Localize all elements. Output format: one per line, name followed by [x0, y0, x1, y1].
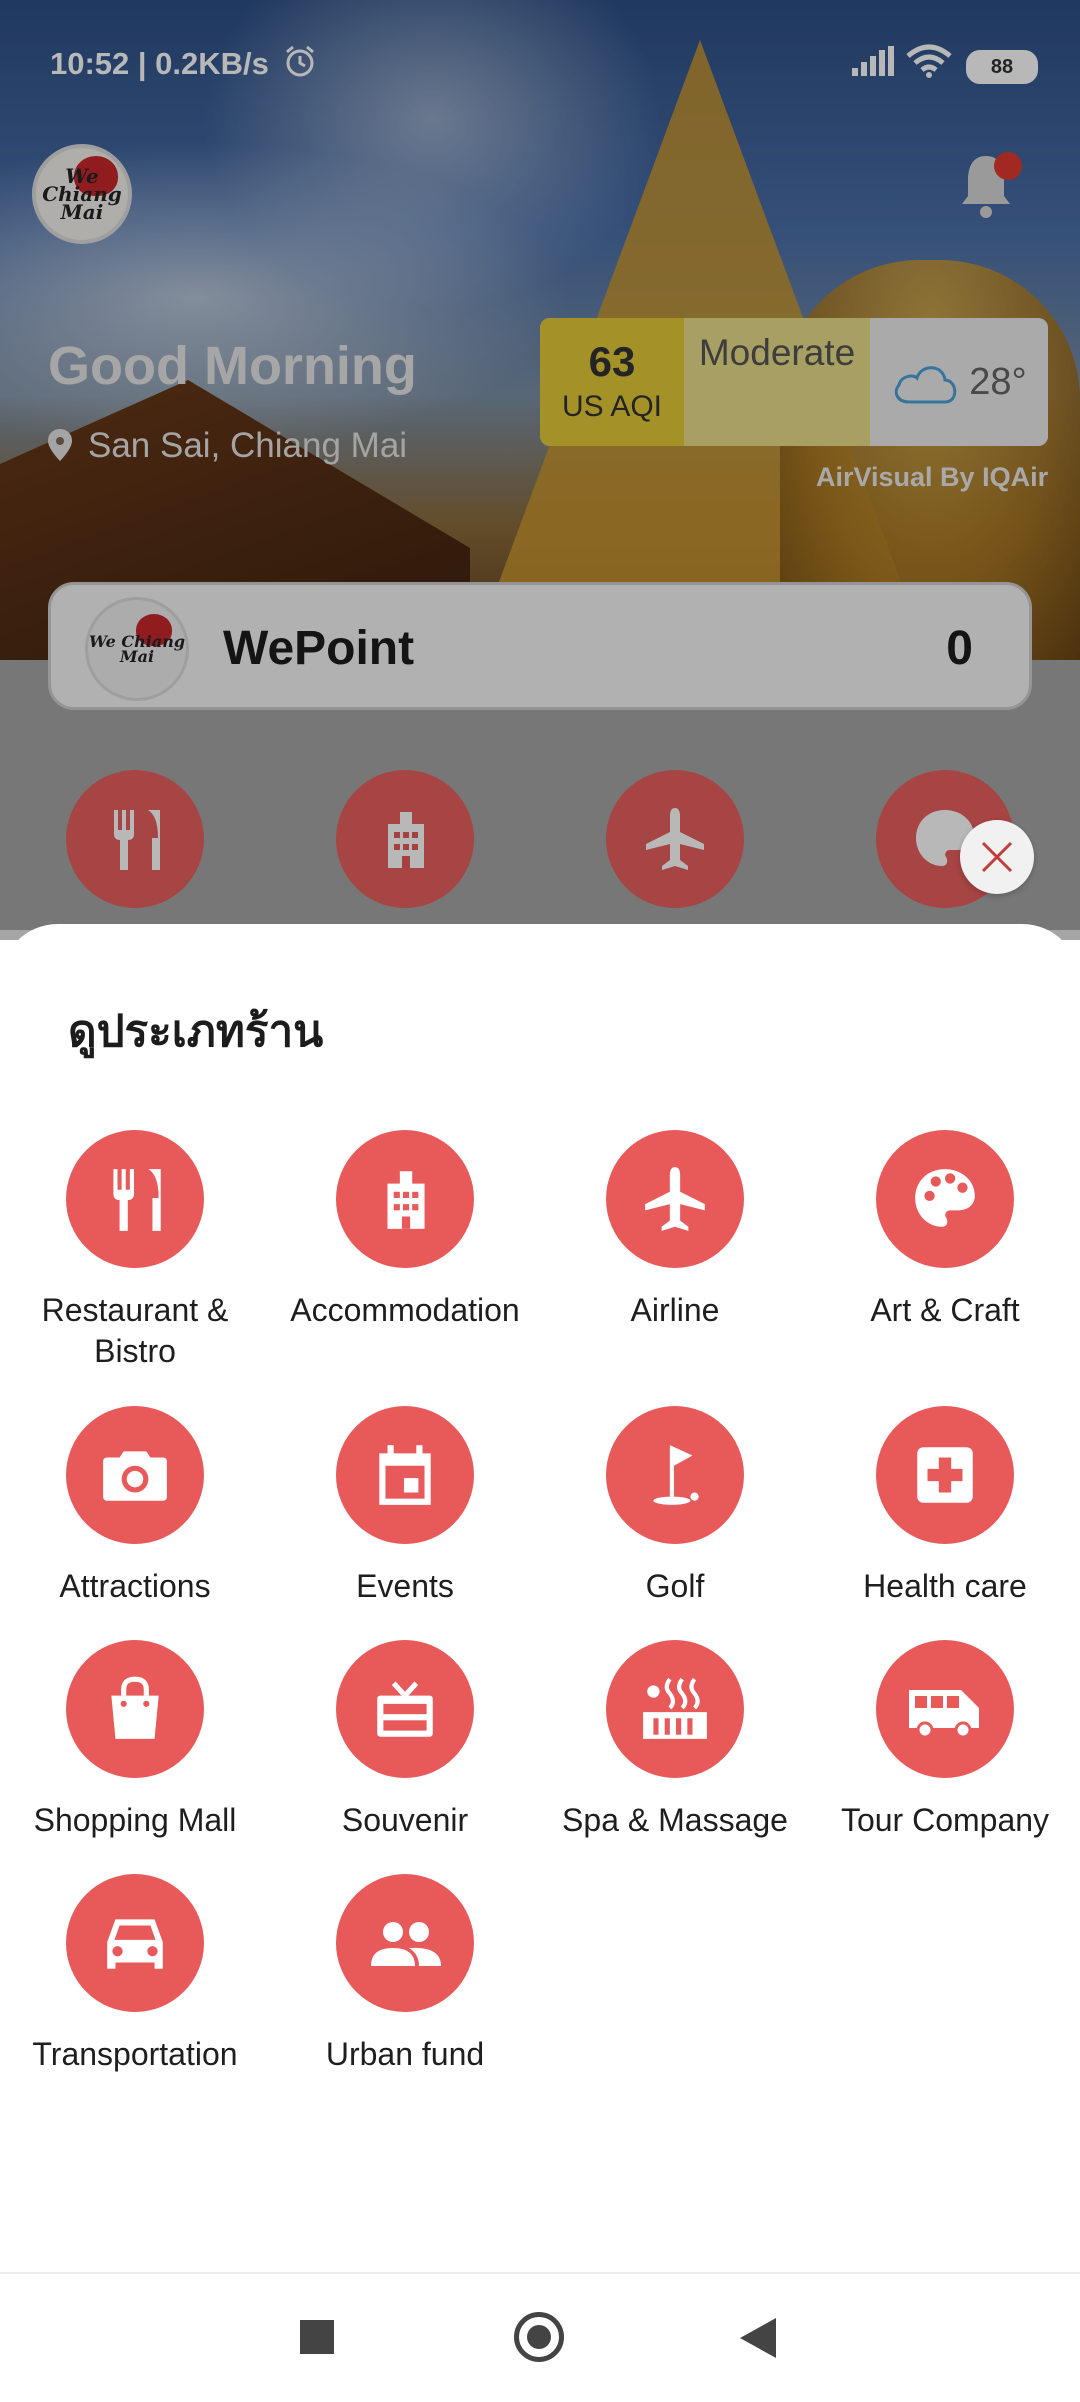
category-restaurant-bistro[interactable]: Restaurant & Bistro — [0, 1130, 270, 1372]
category-shopping-mall[interactable]: Shopping Mall — [0, 1640, 270, 1841]
category-label: Restaurant & Bistro — [41, 1292, 229, 1369]
category-golf[interactable]: Golf — [540, 1406, 810, 1607]
category-icon-circle — [606, 1130, 744, 1268]
building-icon — [387, 1171, 425, 1229]
utensils-icon — [113, 1169, 161, 1231]
sheet-title: ดูประเภทร้าน — [68, 1006, 324, 1057]
home-button[interactable] — [514, 2312, 564, 2362]
category-icon-circle — [336, 1406, 474, 1544]
category-bottom-sheet: ดูประเภทร้าน Restaurant & Bistro Accommo… — [0, 924, 1080, 2272]
category-label: Accommodation — [290, 1292, 520, 1328]
category-label: Tour Company — [840, 1802, 1050, 1838]
category-icon-circle — [66, 1640, 204, 1778]
modal-backdrop[interactable] — [0, 0, 1080, 930]
camera-icon — [103, 1451, 167, 1501]
category-transportation[interactable]: Transportation — [0, 1874, 270, 2075]
category-art-craft[interactable]: Art & Craft — [810, 1130, 1080, 1331]
category-label: Art & Craft — [870, 1292, 1020, 1328]
category-icon-circle — [66, 1874, 204, 2012]
palette-icon — [915, 1169, 975, 1227]
category-label: Health care — [863, 1568, 1027, 1604]
category-urban-fund[interactable]: Urban fund — [270, 1874, 540, 2075]
van-icon — [909, 1690, 979, 1739]
people-icon — [371, 1922, 441, 1966]
close-button[interactable] — [960, 820, 1034, 894]
category-label: Events — [356, 1568, 454, 1604]
recent-apps-button[interactable] — [300, 2320, 334, 2354]
logo-text: We Chiang Mai — [88, 632, 186, 666]
logo-text: We Chiang Mai — [42, 164, 122, 224]
category-icon-circle — [876, 1640, 1014, 1778]
medical-cross-icon — [917, 1447, 973, 1503]
category-icon-circle — [876, 1130, 1014, 1268]
category-health-care[interactable]: Health care — [810, 1406, 1080, 1607]
category-icon-circle — [66, 1130, 204, 1268]
car-icon — [107, 1919, 163, 1969]
calendar-icon — [379, 1445, 431, 1505]
hot-spring-icon — [643, 1677, 707, 1739]
golf-flag-icon — [653, 1445, 699, 1505]
category-icon-circle — [606, 1406, 744, 1544]
back-button[interactable] — [740, 2318, 776, 2358]
category-icon-circle — [876, 1406, 1014, 1544]
category-label: Urban fund — [325, 2036, 485, 2072]
category-airline[interactable]: Airline — [540, 1130, 810, 1331]
category-label: Attractions — [59, 1568, 211, 1604]
category-accommodation[interactable]: Accommodation — [270, 1130, 540, 1331]
category-icon-circle — [606, 1640, 744, 1778]
category-icon-circle — [336, 1874, 474, 2012]
close-icon — [981, 841, 1013, 873]
system-nav-bar — [0, 2272, 1080, 2402]
gift-icon — [377, 1681, 433, 1737]
category-tour-company[interactable]: Tour Company — [810, 1640, 1080, 1841]
shopping-bag-icon — [111, 1676, 159, 1739]
category-icon-circle — [66, 1406, 204, 1544]
category-icon-circle — [336, 1130, 474, 1268]
category-icon-circle — [336, 1640, 474, 1778]
category-spa-massage[interactable]: Spa & Massage — [540, 1640, 810, 1841]
category-souvenir[interactable]: Souvenir — [270, 1640, 540, 1841]
category-label: Shopping Mall — [33, 1802, 237, 1838]
category-attractions[interactable]: Attractions — [0, 1406, 270, 1607]
category-label: Spa & Massage — [562, 1802, 788, 1838]
category-label: Souvenir — [341, 1802, 469, 1838]
category-label: Airline — [630, 1292, 720, 1328]
category-label: Transportation — [32, 2036, 238, 2072]
category-label: Golf — [645, 1568, 705, 1604]
category-events[interactable]: Events — [270, 1406, 540, 1607]
airplane-icon — [645, 1167, 705, 1231]
